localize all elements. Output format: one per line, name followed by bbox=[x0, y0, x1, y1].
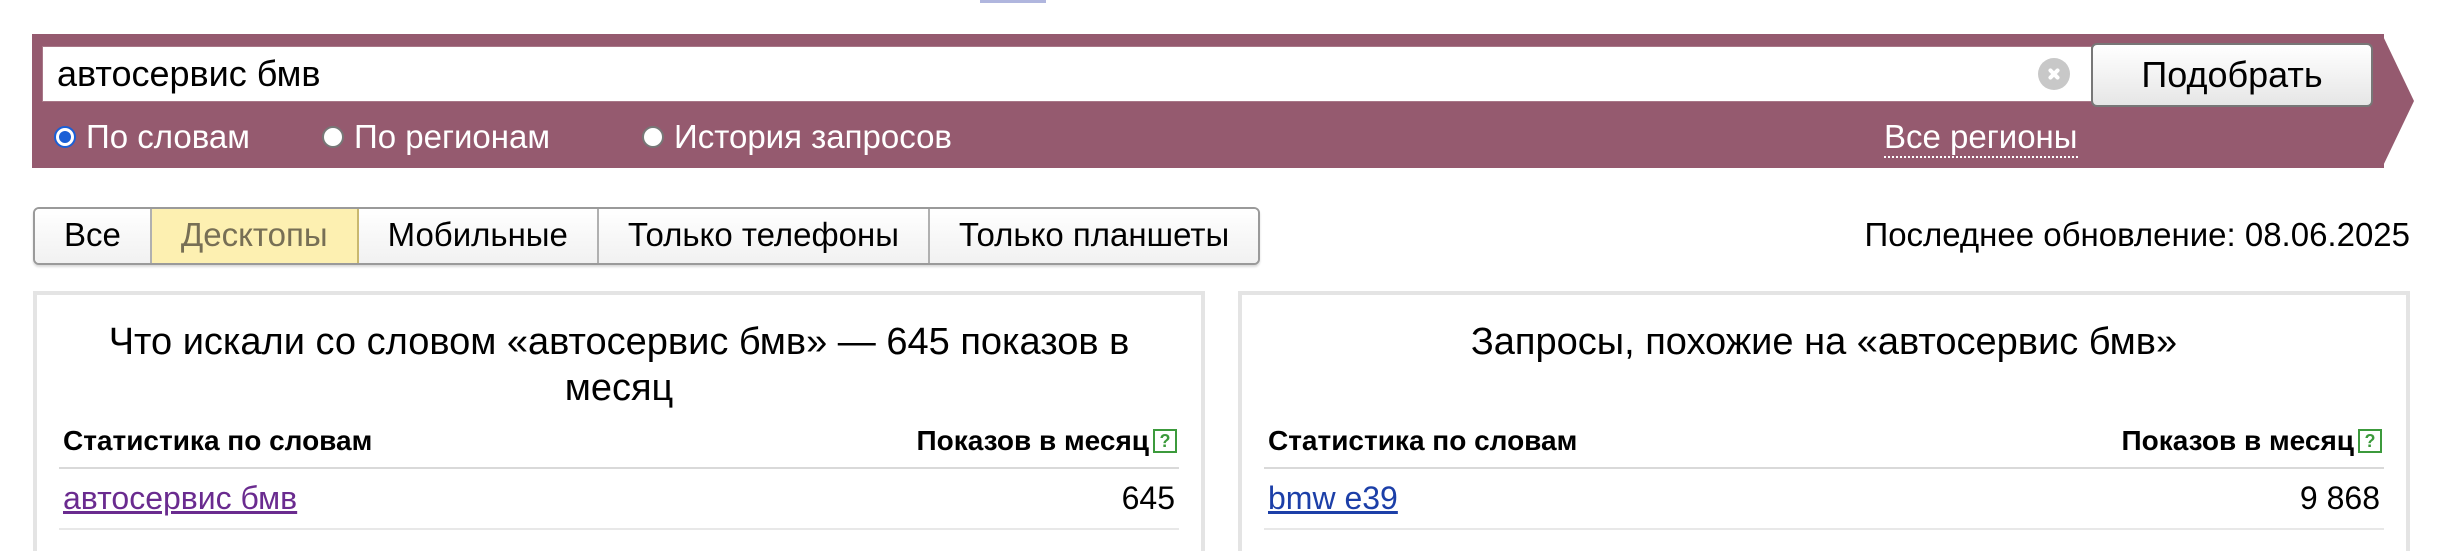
last-update-label: Последнее обновление: 08.06.2025 bbox=[1864, 216, 2410, 253]
all-regions-link[interactable]: Все регионы bbox=[1884, 118, 2078, 158]
tab-desktops[interactable]: Десктопы bbox=[151, 209, 359, 263]
words-panel-title: Что искали со словом «автосервис бмв» — … bbox=[108, 321, 1130, 409]
mode-history-radio[interactable]: История запросов bbox=[642, 118, 952, 156]
similar-panel-title: Запросы, похожие на «автосервис бмв» bbox=[1470, 321, 2178, 363]
mode-by-words-label: По словам bbox=[86, 118, 250, 155]
tab-tablets-only[interactable]: Только планшеты bbox=[929, 209, 1259, 263]
shows-value: 9 868 bbox=[2299, 480, 2380, 516]
tab-mobile[interactable]: Мобильные bbox=[358, 209, 599, 263]
tab-phones-only[interactable]: Только телефоны bbox=[598, 209, 930, 263]
tab-all[interactable]: Все bbox=[35, 209, 152, 263]
phrase-link[interactable]: bmw e39 bbox=[1268, 480, 1398, 517]
words-column-header: Статистика по словам bbox=[1268, 425, 1578, 456]
row-divider bbox=[1264, 528, 2384, 530]
mode-by-regions-label: По регионам bbox=[354, 118, 551, 155]
similar-panel: Запросы, похожие на «автосервис бмв» Ста… bbox=[1238, 291, 2410, 551]
words-panel: Что искали со словом «автосервис бмв» — … bbox=[33, 291, 1205, 551]
header-divider bbox=[59, 467, 1179, 469]
shows-column-label: Показов в месяц bbox=[2121, 425, 2354, 456]
search-banner-arrow bbox=[2382, 34, 2414, 168]
mode-by-words-radio[interactable]: По словам bbox=[54, 118, 250, 156]
mode-history-label: История запросов bbox=[674, 118, 952, 155]
radio-unchecked-icon[interactable] bbox=[642, 126, 664, 148]
shows-column-label: Показов в месяц bbox=[916, 425, 1149, 456]
help-icon[interactable]: ? bbox=[2358, 429, 2382, 453]
device-tabs: Все Десктопы Мобильные Только телефоны Т… bbox=[33, 207, 1261, 265]
radio-unchecked-icon[interactable] bbox=[322, 126, 344, 148]
clear-icon[interactable] bbox=[2038, 58, 2070, 90]
help-icon[interactable]: ? bbox=[1153, 429, 1177, 453]
top-decoration bbox=[980, 0, 1046, 3]
radio-checked-icon[interactable] bbox=[54, 126, 76, 148]
submit-button[interactable]: Подобрать bbox=[2091, 43, 2373, 107]
header-divider bbox=[1264, 467, 2384, 469]
search-banner: Подобрать По словам По регионам История … bbox=[32, 34, 2414, 168]
shows-column-header: Показов в месяц ? bbox=[2121, 425, 2382, 457]
mode-by-regions-radio[interactable]: По регионам bbox=[322, 118, 550, 156]
search-input[interactable] bbox=[42, 46, 2092, 102]
shows-value: 645 bbox=[1121, 480, 1175, 516]
shows-column-header: Показов в месяц ? bbox=[916, 425, 1177, 457]
words-column-header: Статистика по словам bbox=[63, 425, 373, 456]
phrase-link[interactable]: автосервис бмв bbox=[63, 480, 297, 517]
row-divider bbox=[59, 528, 1179, 530]
